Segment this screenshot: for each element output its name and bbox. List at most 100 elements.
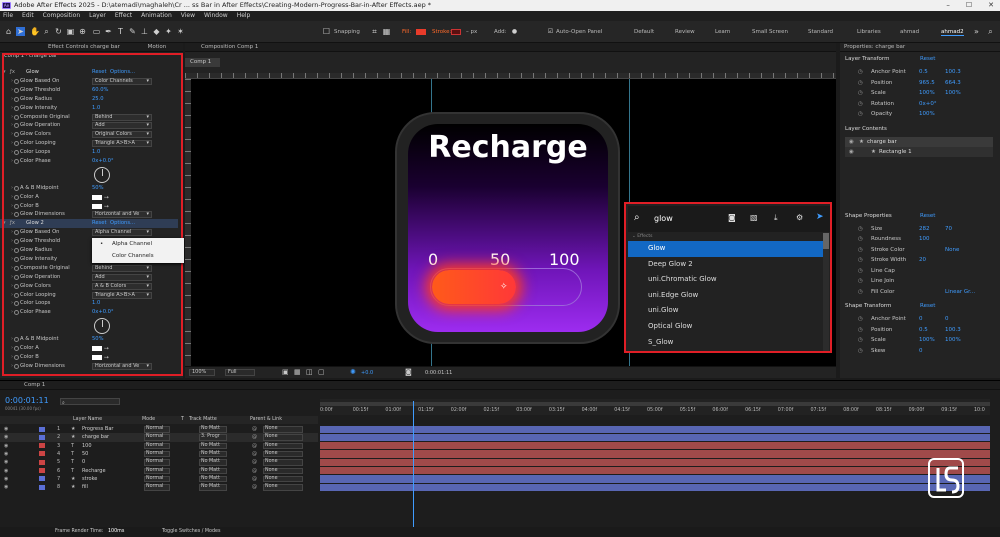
mask-icon[interactable]: ◫ bbox=[306, 368, 313, 376]
layer-color-label[interactable] bbox=[39, 451, 45, 457]
zoom-dropdown[interactable]: 100% bbox=[189, 369, 215, 376]
snap-grid-icon[interactable]: ▦ bbox=[382, 27, 391, 36]
parent-pickwhip-icon[interactable]: @ bbox=[252, 475, 257, 483]
property-dropdown[interactable]: A & B Colors bbox=[92, 282, 152, 290]
property-value[interactable]: 50% bbox=[92, 335, 104, 344]
viewer-timecode[interactable]: 0:00:01:11 bbox=[425, 370, 452, 376]
layer-mode-dropdown[interactable]: Normal bbox=[144, 426, 170, 433]
search-result-deep-glow-2[interactable]: Deep Glow 2 bbox=[628, 257, 823, 273]
fx-badge-icon[interactable]: ƒx bbox=[10, 68, 15, 77]
layer-name[interactable]: 0 bbox=[82, 458, 85, 466]
effect-header-glow[interactable]: ▾ ƒx Glow Reset Options... bbox=[0, 68, 178, 77]
layer-name[interactable]: Recharge bbox=[82, 467, 106, 475]
prop-value-b[interactable]: 100% bbox=[945, 88, 961, 98]
search-query[interactable]: glow bbox=[654, 214, 673, 223]
layer-row-progress-bar[interactable]: ◉ 1 ★ Progress Bar Normal No Matt @ None bbox=[0, 425, 318, 433]
section-shape-transform[interactable]: Shape Transform bbox=[845, 303, 891, 309]
prop-value-b[interactable]: 100.3 bbox=[945, 67, 961, 77]
eye-icon[interactable]: ◉ bbox=[4, 433, 8, 441]
pen-tool-icon[interactable]: ✒ bbox=[104, 27, 113, 36]
prop-value-a[interactable]: 100% bbox=[919, 109, 935, 119]
layer-mode-dropdown[interactable]: Normal bbox=[144, 475, 170, 483]
angle-dial[interactable] bbox=[94, 166, 110, 183]
track-matte-dropdown[interactable]: No Matt bbox=[199, 459, 227, 466]
expand-triangle-icon[interactable]: › bbox=[11, 299, 13, 308]
section-reset-link[interactable]: Reset bbox=[920, 303, 935, 309]
layer-mode-dropdown[interactable]: Normal bbox=[144, 434, 170, 441]
search-result-uni-edge-glow[interactable]: uni.Edge Glow bbox=[628, 288, 823, 304]
image-icon[interactable]: ▧ bbox=[750, 213, 758, 222]
prop-value-b[interactable]: 100% bbox=[945, 335, 961, 345]
clone-stamp-icon[interactable]: ⊥ bbox=[140, 27, 149, 36]
content-item-rectangle-1[interactable]: ◉ ★ Rectangle 1 bbox=[845, 147, 993, 157]
effects-search-field[interactable]: ⌕ glow ◙ ▧ ⤓ ⚙ ➤ bbox=[628, 206, 830, 232]
stopwatch-icon[interactable] bbox=[14, 159, 19, 164]
layer-row-stroke[interactable]: ◉ 7 ★ stroke Normal No Matt @ None bbox=[0, 475, 318, 483]
expand-triangle-icon[interactable]: › bbox=[11, 184, 13, 193]
prop-value-a[interactable]: 0x+0° bbox=[919, 99, 937, 109]
layer-track-bar[interactable] bbox=[320, 425, 990, 433]
disclosure-triangle-icon[interactable]: ▾ bbox=[3, 219, 6, 228]
track-matte-dropdown[interactable]: No Matt bbox=[199, 475, 227, 483]
search-result-uni-chromatic-glow[interactable]: uni.Chromatic Glow bbox=[628, 272, 823, 288]
layer-mode-dropdown[interactable]: Normal bbox=[144, 467, 170, 474]
prop-value-a[interactable]: 0 bbox=[919, 314, 923, 324]
prop-value-a[interactable]: 965.5 bbox=[919, 78, 935, 88]
stopwatch-icon[interactable] bbox=[14, 301, 19, 307]
expand-triangle-icon[interactable]: › bbox=[11, 246, 13, 255]
snap-icon[interactable]: ⌗ bbox=[370, 27, 379, 36]
stopwatch-icon[interactable]: ◷ bbox=[858, 335, 863, 345]
property-dropdown[interactable]: Add bbox=[92, 273, 152, 281]
layer-mode-dropdown[interactable]: Normal bbox=[144, 484, 170, 491]
layer-color-label[interactable] bbox=[39, 476, 45, 482]
home-icon[interactable]: ⌂ bbox=[4, 27, 13, 36]
effect-options-link[interactable]: Options... bbox=[110, 219, 135, 228]
anchor-point-icon[interactable]: ✧ bbox=[500, 282, 508, 292]
selection-tool-icon[interactable]: ➤ bbox=[16, 27, 25, 36]
track-matte-dropdown[interactable]: No Matt bbox=[199, 442, 227, 450]
eye-icon[interactable]: ◉ bbox=[849, 147, 854, 157]
workspace-ahmad[interactable]: ahmad bbox=[900, 29, 919, 35]
layer-name[interactable]: 100 bbox=[82, 442, 92, 450]
timeline-timecode[interactable]: 0:00:01:11 bbox=[5, 396, 49, 405]
parent-pickwhip-icon[interactable]: @ bbox=[252, 450, 257, 458]
layer-track-bar[interactable] bbox=[320, 483, 990, 491]
property-dropdown[interactable]: Behind bbox=[92, 264, 152, 272]
property-dropdown[interactable]: Behind bbox=[92, 113, 152, 121]
stopwatch-icon[interactable] bbox=[14, 256, 19, 262]
parent-pickwhip-icon[interactable]: @ bbox=[252, 442, 257, 450]
search-result-uni-glow[interactable]: uni.Glow bbox=[628, 303, 823, 319]
property-value[interactable]: 50% bbox=[92, 184, 104, 193]
stopwatch-icon[interactable] bbox=[14, 354, 19, 360]
stopwatch-icon[interactable] bbox=[14, 230, 19, 236]
stopwatch-icon[interactable] bbox=[14, 141, 19, 147]
stopwatch-icon[interactable] bbox=[14, 274, 19, 280]
prop-value-b[interactable]: None bbox=[945, 245, 959, 255]
layer-row-0[interactable]: ◉ 5 T 0 Normal No Matt @ None bbox=[0, 458, 318, 466]
parent-dropdown[interactable]: None bbox=[263, 426, 303, 433]
close-icon[interactable]: ✕ bbox=[988, 0, 994, 11]
search-help-icon[interactable]: ⌕ bbox=[986, 27, 995, 36]
layer-name[interactable]: charge bar bbox=[82, 433, 109, 441]
eye-icon[interactable]: ◉ bbox=[4, 458, 8, 466]
workspace-learn[interactable]: Learn bbox=[715, 29, 730, 35]
parent-dropdown[interactable]: None bbox=[263, 484, 303, 491]
stopwatch-icon[interactable] bbox=[14, 132, 19, 138]
menu-view[interactable]: View bbox=[181, 11, 195, 21]
stroke-swatch[interactable] bbox=[451, 29, 461, 35]
property-dropdown[interactable]: Horizontal and Ve bbox=[92, 211, 152, 219]
stopwatch-icon[interactable]: ◷ bbox=[858, 314, 863, 324]
workspace-small-screen[interactable]: Small Screen bbox=[752, 29, 788, 35]
stopwatch-icon[interactable] bbox=[14, 345, 19, 351]
layer-track-bar[interactable] bbox=[320, 442, 990, 450]
stopwatch-icon[interactable] bbox=[14, 265, 19, 271]
expand-triangle-icon[interactable]: › bbox=[11, 237, 13, 246]
workspace-default[interactable]: Default bbox=[634, 29, 654, 35]
rotate-tool-icon[interactable]: ↻ bbox=[54, 27, 63, 36]
exposure-value[interactable]: +0.0 bbox=[361, 370, 373, 376]
effect-reset-link[interactable]: Reset bbox=[92, 68, 107, 77]
layer-row-fill[interactable]: ◉ 8 ★ fill Normal No Matt @ None bbox=[0, 483, 318, 491]
expand-triangle-icon[interactable]: › bbox=[11, 157, 13, 166]
expand-triangle-icon[interactable]: › bbox=[11, 130, 13, 139]
property-value[interactable]: 1.0 bbox=[92, 299, 100, 308]
